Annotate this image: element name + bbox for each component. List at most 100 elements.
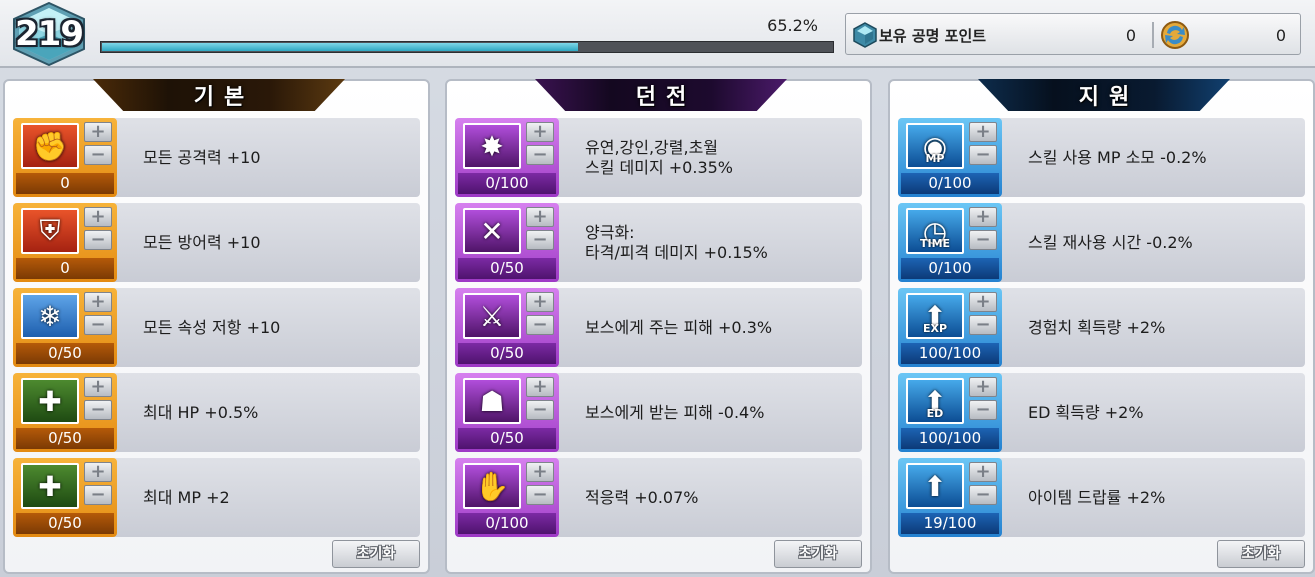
plus-button[interactable]: + [526,377,554,397]
stat-description-line: 적응력 +0.07% [585,487,699,507]
minus-button[interactable]: − [526,230,554,250]
adaptability-icon: ✋ [463,463,521,509]
level-number: 219 [15,14,84,54]
minus-button[interactable]: − [526,315,554,335]
stat-row: ⬆ ED + − 100/100 ED 획득량 +2% [898,373,1305,452]
minus-button[interactable]: − [84,230,112,250]
plus-button[interactable]: + [526,207,554,227]
plus-button[interactable]: + [526,122,554,142]
plus-button[interactable]: + [969,462,997,482]
minus-button[interactable]: − [969,485,997,505]
stat-description: 경험치 획득량 +2% [1028,288,1298,367]
minus-button[interactable]: − [84,145,112,165]
plus-button[interactable]: + [969,122,997,142]
stat-icon-frame: ❄ + − 0/50 [13,288,117,367]
minus-button[interactable]: − [526,145,554,165]
plus-button[interactable]: + [526,292,554,312]
item-drop-icon: ⬆ [906,463,964,509]
minus-button[interactable]: − [969,315,997,335]
stat-icon-frame: ⬆ ED + − 100/100 [898,373,1002,452]
panel-basic: 기본 ✊ + −0 모든 공격력 +10 ⛨ + −0 모든 방어력 +10 ❄ + −0/50 모든… [3,79,430,574]
panel-title: 지원 [1078,85,1140,110]
minus-button[interactable]: − [969,230,997,250]
stat-row: ✚ + − 0/50 최대 MP +2 [13,458,420,537]
minus-button[interactable]: − [526,485,554,505]
plus-button[interactable]: + [969,207,997,227]
reset-button[interactable]: 초기화 [332,540,420,568]
stat-description: 최대 MP +2 [143,458,413,537]
max-hp-icon: ✚ [21,378,79,424]
stat-row: ✚ + − 0/50 최대 HP +0.5% [13,373,420,452]
resonance-points-label: 보유 공명 포인트 [879,27,987,45]
plus-button[interactable]: + [84,207,112,227]
cooldown-icon: ◷ TIME [906,208,964,254]
panel-header: 기본 [93,79,345,111]
stat-icon-frame: ⬆ EXP + − 100/100 [898,288,1002,367]
stat-description: 적응력 +0.07% [585,458,855,537]
stat-description: 보스에게 주는 피해 +0.3% [585,288,855,367]
stat-count: 100/100 [901,343,999,364]
plus-button[interactable]: + [84,122,112,142]
plus-button[interactable]: + [84,462,112,482]
stat-count: 0/100 [458,513,556,534]
minus-button[interactable]: − [84,315,112,335]
boss-defense-icon: ☗ [463,378,521,424]
stat-count: 0/50 [458,428,556,449]
stat-description-line: 타격/피격 데미지 +0.15% [585,242,768,262]
icon-caption: ED [926,407,944,420]
stat-row: ✋ + − 0/100 적응력 +0.07% [455,458,862,537]
stat-icon-frame: ⚔ + − 0/50 [455,288,559,367]
stat-icon-frame: ✚ + − 0/50 [13,458,117,537]
panel-header: 던전 [535,79,787,111]
stat-description-line: ED 획득량 +2% [1028,402,1144,422]
minus-button[interactable]: − [526,400,554,420]
reset-button[interactable]: 초기화 [774,540,862,568]
stat-icon-frame: ✋ + − 0/100 [455,458,559,537]
stat-count: 0/100 [458,173,556,194]
stat-icon-frame: ◷ TIME + − 0/100 [898,203,1002,282]
plus-button[interactable]: + [84,377,112,397]
plus-button[interactable]: + [969,292,997,312]
minus-button[interactable]: − [84,400,112,420]
stat-description-line: 보스에게 받는 피해 -0.4% [585,402,765,422]
minus-button[interactable]: − [969,400,997,420]
stat-description-line: 아이템 드랍률 +2% [1028,487,1166,507]
minus-button[interactable]: − [84,485,112,505]
level-badge: 219 [10,2,88,66]
plus-button[interactable]: + [969,377,997,397]
panel-title: 던전 [635,85,697,110]
panel-title: 기본 [193,85,255,110]
stat-row: ⚔ + − 0/50 보스에게 주는 피해 +0.3% [455,288,862,367]
stat-icon-frame: ✸ + − 0/100 [455,118,559,197]
stat-description: 스킬 재사용 시간 -0.2% [1028,203,1298,282]
stat-description: ED 획득량 +2% [1028,373,1298,452]
exp-gain-icon: ⬆ EXP [906,293,964,339]
stat-row: ⛨ + − 0 모든 방어력 +10 [13,203,420,282]
coin-value: 0 [1275,26,1286,45]
stat-description-line: 최대 MP +2 [143,487,230,507]
stat-row: ✸ + − 0/100 유연,강인,강렬,초월 스킬 데미지 +0.35% [455,118,862,197]
panel-support: 지원 ◉ MP + −0/100 스킬 사용 MP 소모 -0.2% ◷ TIME + −0/1… [888,79,1315,574]
stat-row: ☗ + − 0/50 보스에게 받는 피해 -0.4% [455,373,862,452]
exp-percent: 65.2% [767,16,818,35]
stat-description: 아이템 드랍률 +2% [1028,458,1298,537]
stat-description-line: 스킬 재사용 시간 -0.2% [1028,232,1193,252]
icon-caption: MP [925,152,945,165]
stat-icon-frame: ✊ + − 0 [13,118,117,197]
stat-row: ✕ + − 0/50 양극화: 타격/피격 데미지 +0.15% [455,203,862,282]
reset-button[interactable]: 초기화 [1217,540,1305,568]
exp-bar [100,41,834,53]
stat-description-line: 유연,강인,강렬,초월 [585,137,719,157]
divider [1152,22,1154,48]
stat-description: 모든 방어력 +10 [143,203,413,282]
stat-description-line: 보스에게 주는 피해 +0.3% [585,317,773,337]
stat-description-line: 경험치 획득량 +2% [1028,317,1166,337]
stat-count: 0 [16,258,114,279]
plus-button[interactable]: + [526,462,554,482]
stat-description: 모든 속성 저항 +10 [143,288,413,367]
stat-description: 양극화: 타격/피격 데미지 +0.15% [585,203,855,282]
gem-icon [853,22,877,48]
minus-button[interactable]: − [969,145,997,165]
plus-button[interactable]: + [84,292,112,312]
stat-count: 0/100 [901,173,999,194]
